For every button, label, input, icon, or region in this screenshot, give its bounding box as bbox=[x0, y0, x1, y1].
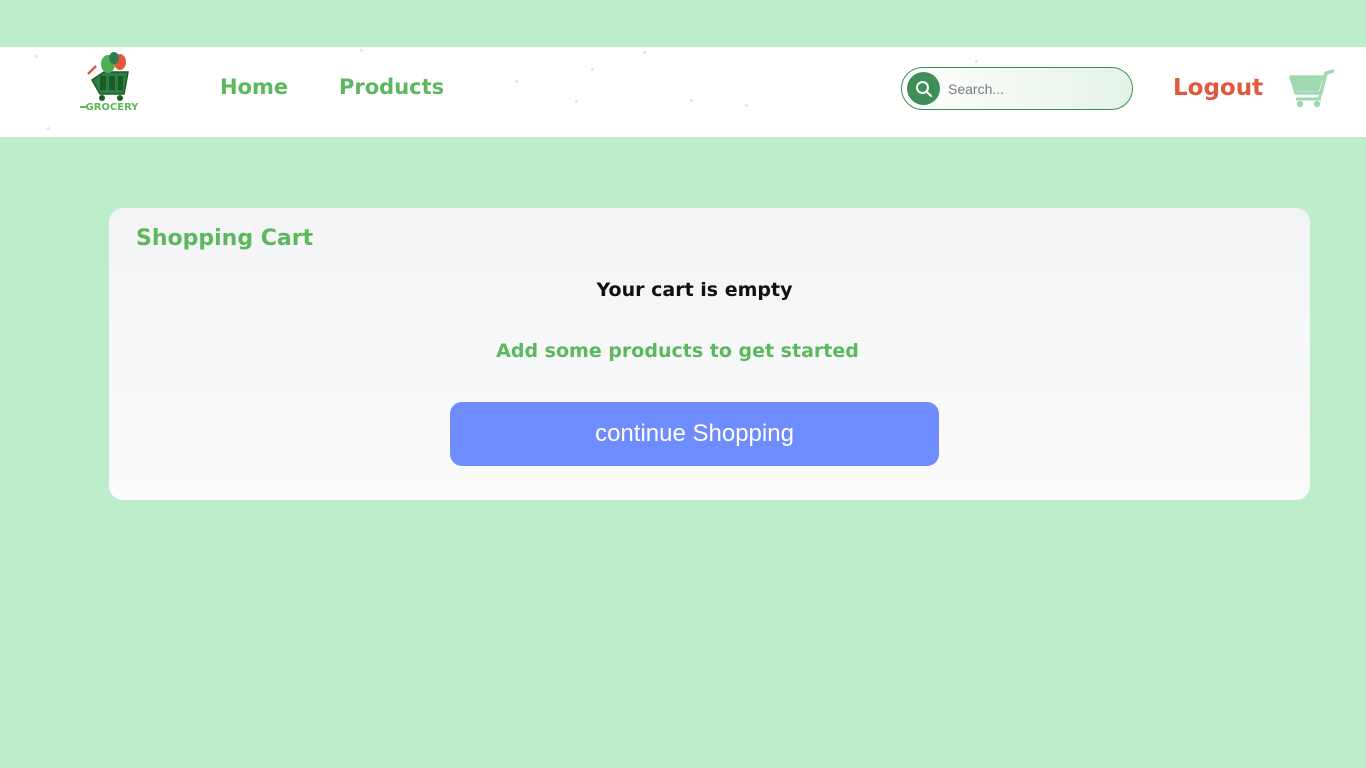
cart-button[interactable] bbox=[1288, 69, 1335, 109]
search-icon bbox=[915, 80, 932, 97]
continue-shopping-button[interactable]: continue Shopping bbox=[450, 402, 939, 466]
nav-home-link[interactable]: Home bbox=[220, 75, 288, 99]
decor-dot bbox=[975, 60, 978, 63]
decor-dot bbox=[643, 51, 646, 54]
decor-dot bbox=[591, 68, 594, 71]
search-input[interactable] bbox=[948, 77, 1123, 101]
decor-dot bbox=[690, 99, 693, 102]
navbar: GROCERY Home Products Logout bbox=[0, 47, 1366, 137]
decor-dot bbox=[360, 49, 363, 52]
search-button[interactable] bbox=[907, 72, 940, 105]
decor-dot bbox=[575, 100, 578, 103]
search-box bbox=[901, 67, 1133, 110]
shopping-cart-card: Shopping Cart Your cart is empty Add som… bbox=[109, 208, 1310, 500]
cart-icon bbox=[1289, 69, 1335, 108]
logo-text: GROCERY bbox=[86, 102, 140, 113]
decor-dot bbox=[47, 127, 50, 130]
decor-dot bbox=[745, 104, 748, 107]
decor-dot bbox=[515, 80, 518, 83]
top-strip bbox=[0, 0, 1366, 47]
nav-products-link[interactable]: Products bbox=[339, 75, 444, 99]
grocery-logo-graphic: GROCERY bbox=[80, 52, 140, 113]
grocery-logo[interactable]: GROCERY bbox=[78, 52, 142, 118]
empty-cart-hint: Add some products to get started bbox=[496, 340, 859, 362]
empty-cart-message: Your cart is empty bbox=[596, 279, 793, 301]
decor-dot bbox=[35, 55, 38, 58]
cart-title: Shopping Cart bbox=[136, 226, 314, 251]
logout-link[interactable]: Logout bbox=[1173, 75, 1263, 101]
